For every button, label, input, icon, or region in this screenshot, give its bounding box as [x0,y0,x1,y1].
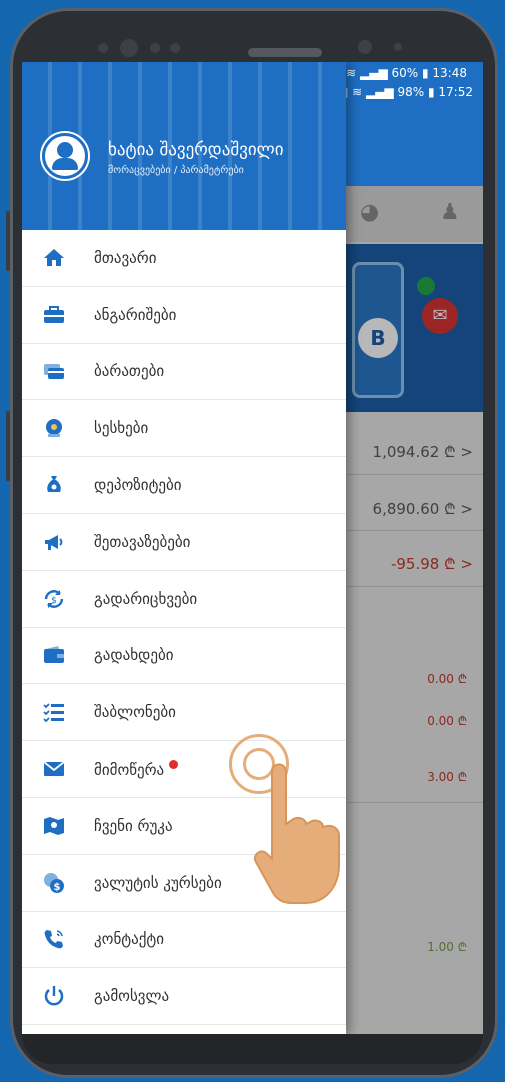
menu-item-label: ანგარიშები [94,305,177,324]
menu-item-label: დეპოზიტები [94,476,182,495]
menu-item-offers[interactable]: შეთავაზებები [22,514,346,571]
clock: 13:48 [432,66,467,80]
phone-icon [40,925,68,953]
wallet-icon [40,641,68,669]
hand-pointer-icon [254,763,340,904]
menu-item-label: ჩვენი რუკა [94,816,173,835]
menu-item-cards[interactable]: ბარათები [22,344,346,401]
battery-icon: ▮ [427,85,439,99]
battery-level: 60% [391,66,419,80]
signal-icon: ▣ ≋ ▂▄▆ [336,85,398,99]
home-icon [40,244,68,272]
currency-icon: $ [40,869,68,897]
phone-bottom-bezel [22,1034,483,1064]
envelope-icon [40,755,68,783]
battery-level: 98% [397,85,425,99]
menu-item-label: გადახდები [94,646,174,665]
menu-item-label: სესხები [94,419,149,438]
loan-icon [40,414,68,442]
menu-item-label: ვალუტის კურსები [94,873,222,892]
avatar[interactable] [42,133,88,179]
menu-item-label: გადარიცხვები [94,589,198,608]
menu-item-label: კონტაქტი [94,930,164,949]
svg-text:$: $ [51,596,57,606]
menu-item-loans[interactable]: სესხები [22,400,346,458]
menu-item-label: მთავარი [94,248,157,267]
user-name[interactable]: ხატია შავერდაშვილი [108,140,284,160]
money-bag-icon [40,471,68,499]
menu-item-accounts[interactable]: ანგარიშები [22,287,346,344]
menu-item-label: მიმოწერა [94,759,179,779]
drawer-header[interactable]: ხატია შავერდაშვილი მორაცვებები / პარამეტ… [22,62,346,230]
menu-item-deposits[interactable]: დეპოზიტები [22,457,346,514]
svg-text:$: $ [54,882,61,893]
phone-screen: ◕ ♟ B ✉ 1,094.62 ₾ > 6,890.60 ₾ > -95.98… [22,62,483,1034]
transfer-icon: $ [40,585,68,613]
power-icon [40,982,68,1010]
menu-item-label: შაბლონები [94,703,176,722]
menu-item-payments[interactable]: გადახდები [22,628,346,685]
menu-item-logout[interactable]: გამოსვლა [22,968,346,1026]
briefcase-icon [40,301,68,329]
unread-badge [169,759,179,769]
user-settings-link[interactable]: მორაცვებები / პარამეტრები [108,165,244,176]
menu-item-templates[interactable]: შაბლონები [22,684,346,742]
menu-item-transfers[interactable]: $ გადარიცხვები [22,571,346,628]
map-icon [40,812,68,840]
battery-icon: ▮ [421,66,433,80]
clock: 17:52 [438,85,473,99]
menu-item-contact[interactable]: კონტაქტი [22,912,346,969]
user-icon [57,142,73,158]
volume-button [6,211,10,271]
menu-item-label: გამოსვლა [94,987,170,1006]
checklist-icon [40,698,68,726]
status-row-bottom: ▣ ≋ ▂▄▆ 98% ▮ 17:52 [337,85,473,99]
cards-icon [40,357,68,385]
menu-item-home[interactable]: მთავარი [22,230,346,287]
menu-item-label: შეთავაზებები [94,532,191,551]
menu-item-label: ბარათები [94,362,165,381]
bixby-button [6,411,10,481]
megaphone-icon [40,528,68,556]
